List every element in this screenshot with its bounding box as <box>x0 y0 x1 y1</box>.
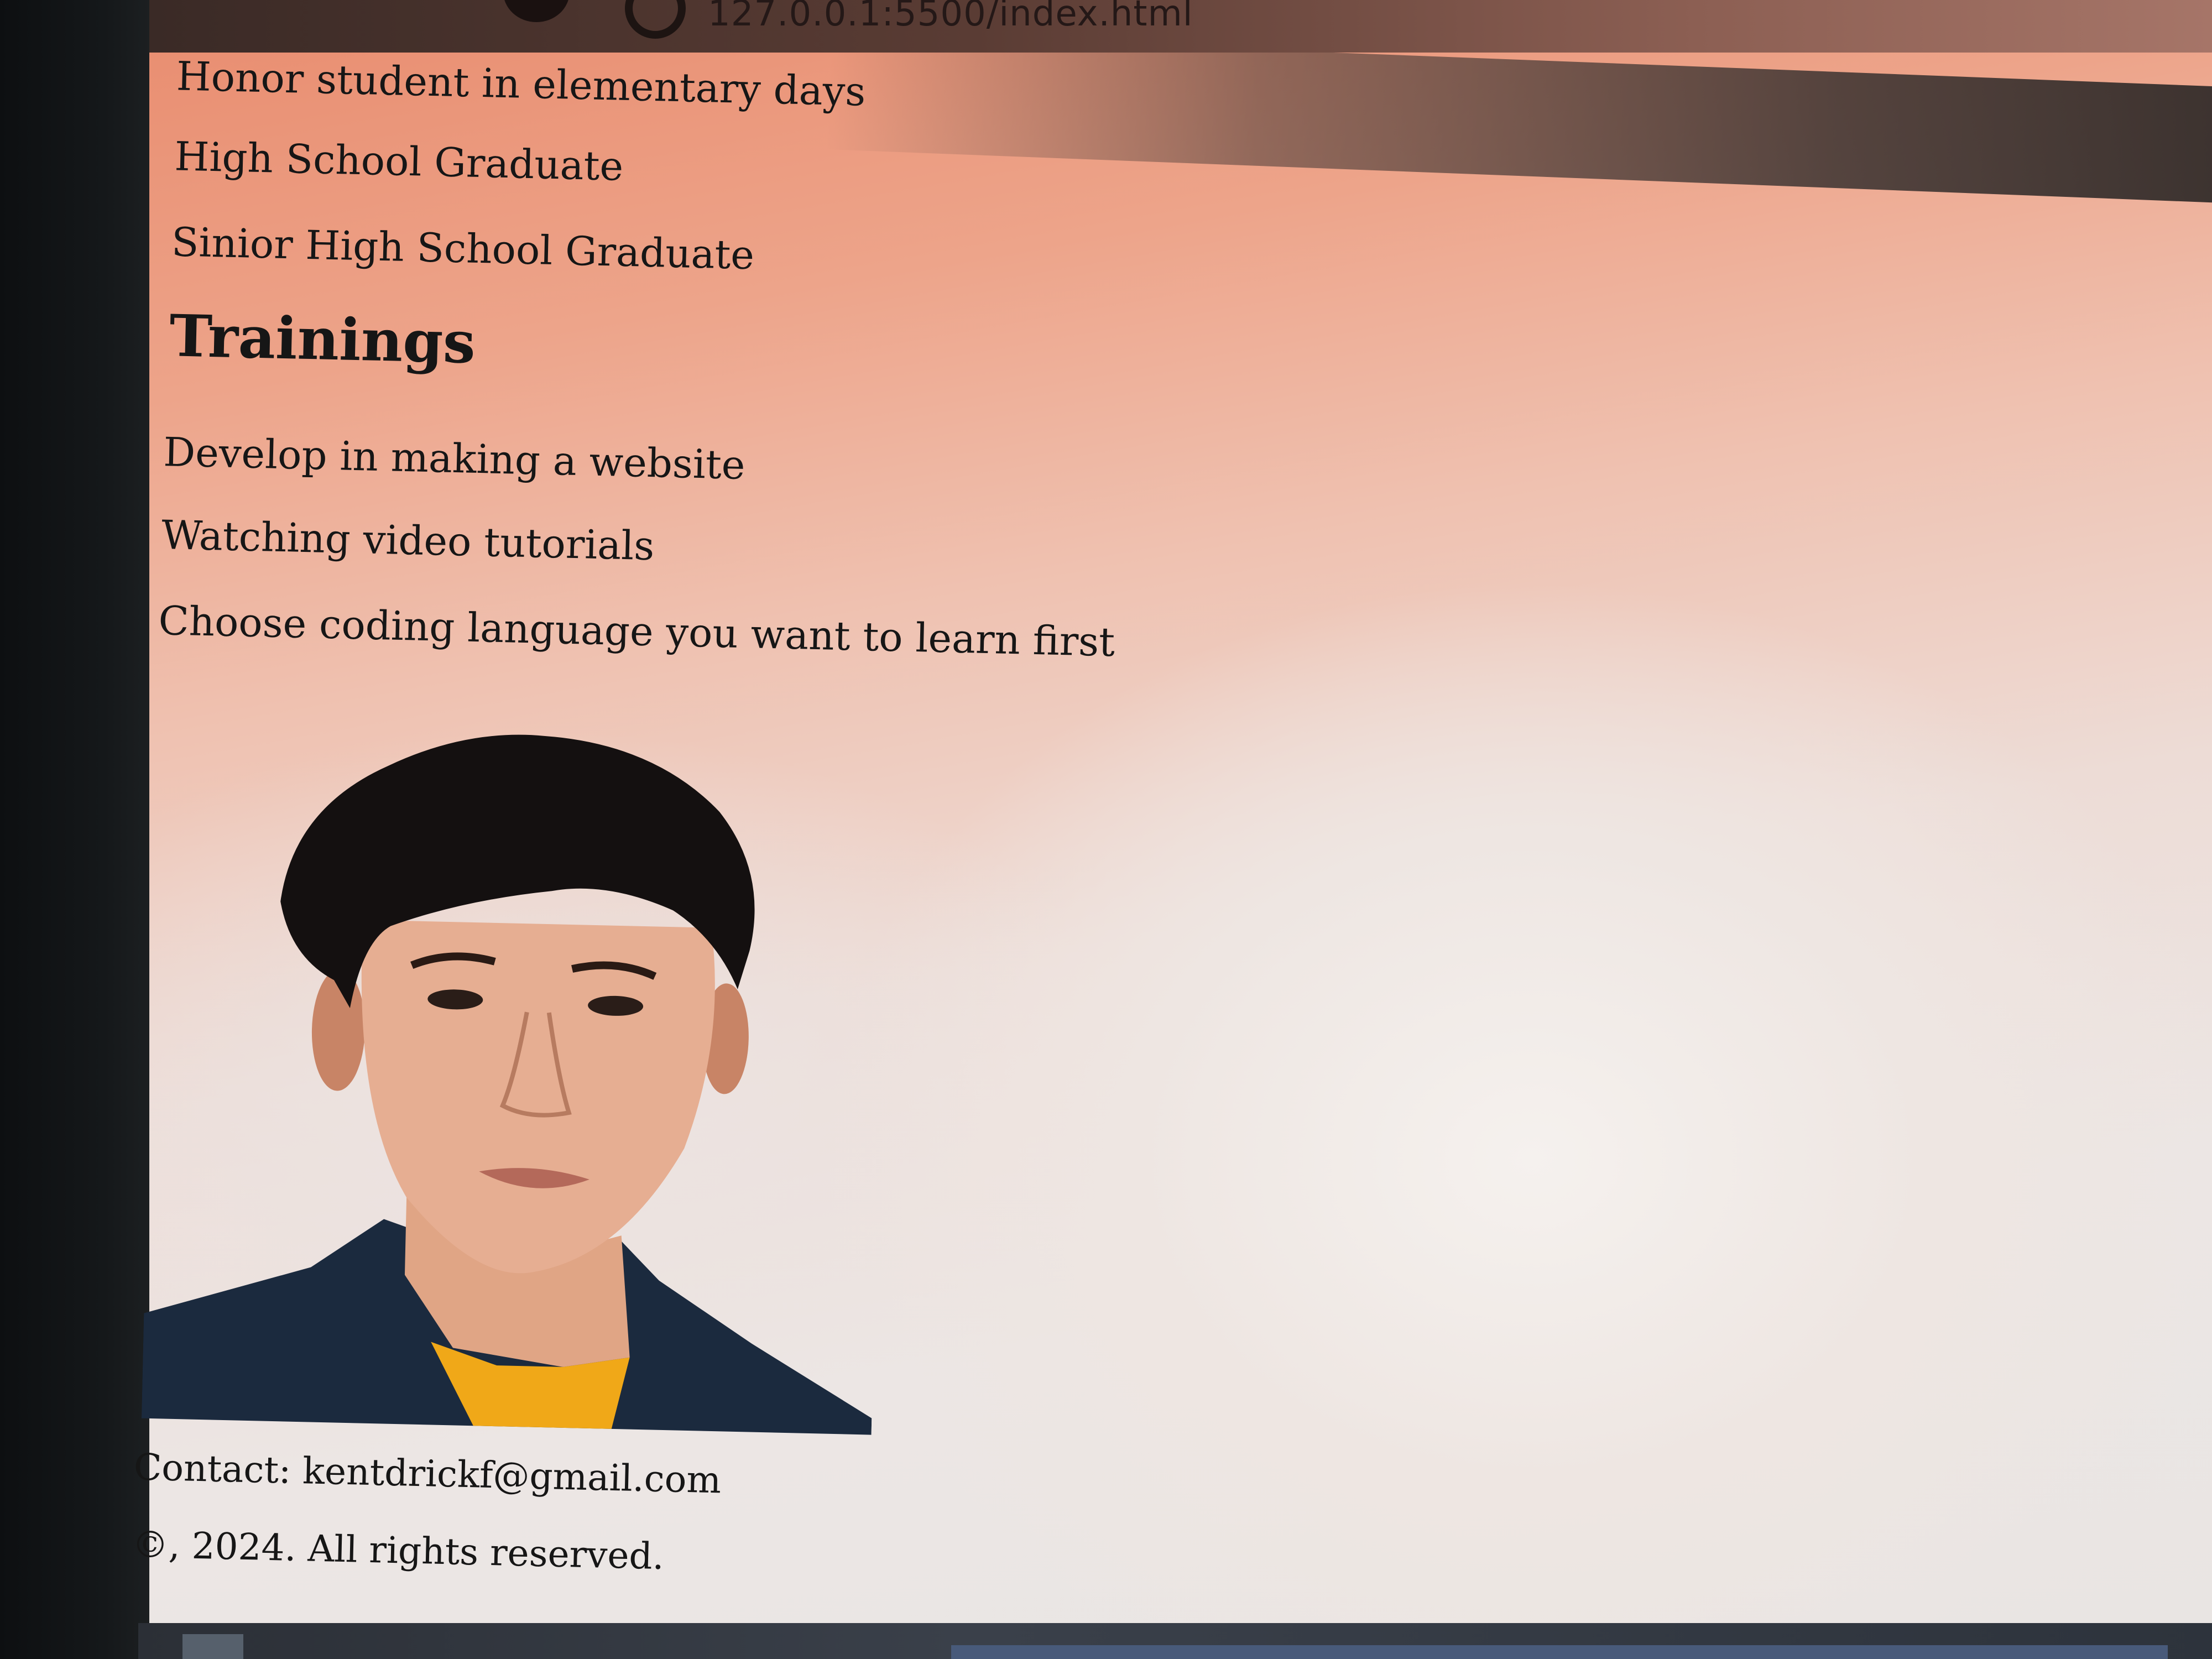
training-item: Watching video tutorials <box>161 512 655 570</box>
taskbar-app[interactable] <box>951 1645 2168 1659</box>
trainings-heading: Trainings <box>168 301 477 377</box>
screen: Honor student in elementary days High Sc… <box>0 0 2212 1659</box>
browser-button-icon[interactable] <box>503 0 570 22</box>
monitor-bezel <box>0 0 149 1659</box>
education-item: Sinior High School Graduate <box>171 218 755 279</box>
training-item: Develop in making a website <box>163 429 746 488</box>
education-item: High School Graduate <box>174 133 624 190</box>
training-item: Choose coding language you want to learn… <box>158 597 1116 666</box>
browser-address-bar[interactable]: 127.0.0.1:5500/index.html <box>149 0 2212 53</box>
profile-photo <box>141 716 888 1441</box>
copyright-text: ©, 2024. All rights reserved. <box>131 1523 665 1578</box>
education-item: Honor student in elementary days <box>176 53 867 115</box>
web-page: Honor student in elementary days High Sc… <box>132 53 2212 1623</box>
contact-text: Contact: kentdrickf@gmail.com <box>133 1446 722 1502</box>
taskbar-start-icon[interactable] <box>182 1634 243 1659</box>
site-info-icon[interactable] <box>625 0 686 39</box>
url-text[interactable]: 127.0.0.1:5500/index.html <box>708 0 1193 34</box>
